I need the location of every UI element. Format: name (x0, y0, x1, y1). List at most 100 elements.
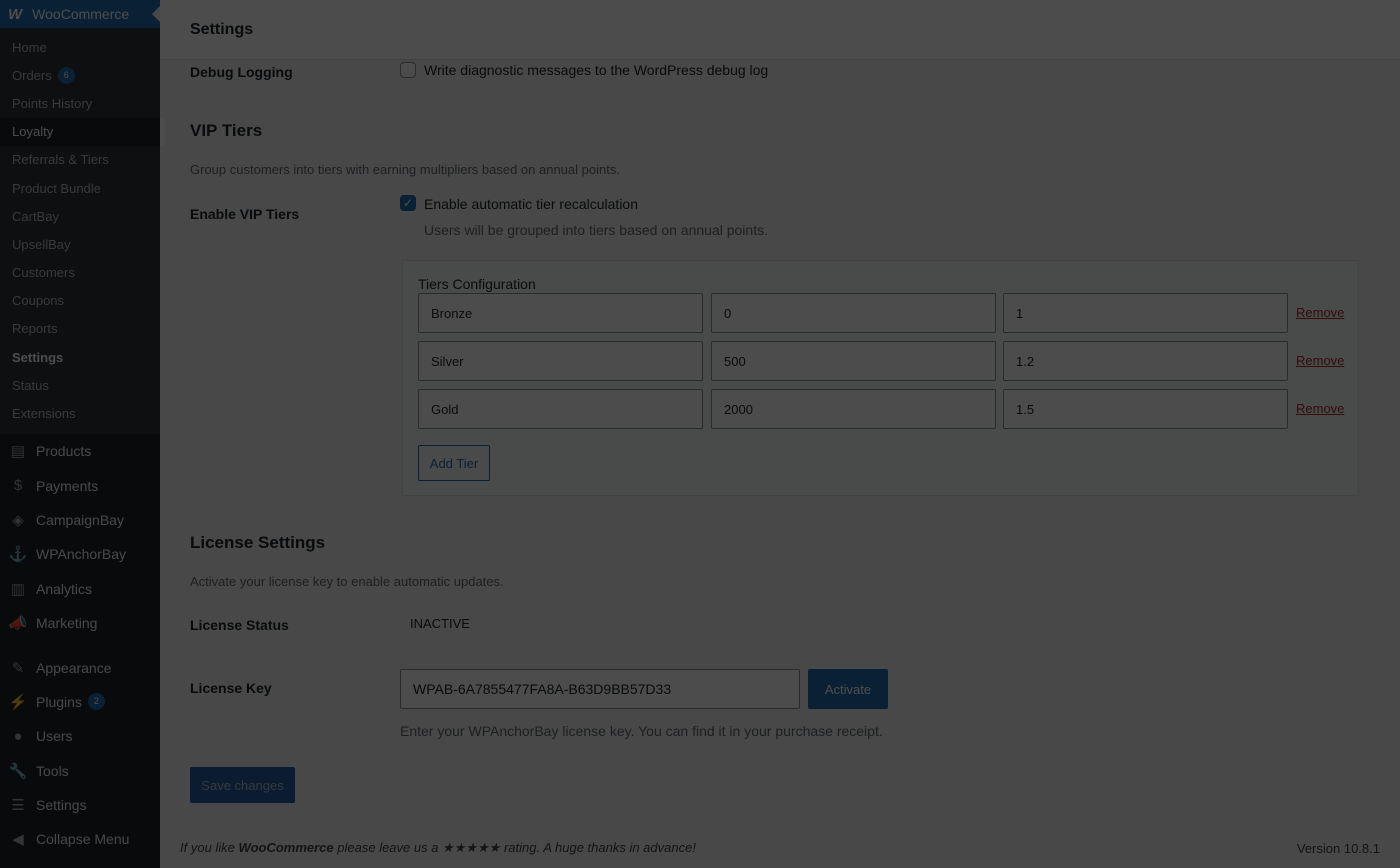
orders-count-badge: 6 (57, 66, 75, 84)
submenu-coupons[interactable]: Coupons (0, 287, 160, 315)
main-menu: ▤ Products $ Payments ◈ CampaignBay ⚓ WPAnch… (0, 434, 160, 857)
tier-points-input[interactable]: 500 (711, 341, 996, 381)
menu-label: Appearance (36, 659, 112, 676)
license-key-label: License Key (190, 680, 272, 696)
submenu-customers[interactable]: Customers (0, 259, 160, 287)
footer-version: Version 10.8.1 (1296, 841, 1380, 856)
submenu-label: Product Bundle (12, 180, 101, 196)
megaphone-icon: 📣 (8, 615, 28, 633)
footer-rating-text: If you like WooCommerce please leave us … (180, 840, 696, 856)
submenu-label: Extensions (12, 406, 76, 422)
submenu-label: Status (12, 377, 49, 393)
menu-payments[interactable]: $ Payments (0, 468, 160, 502)
submenu-reports[interactable]: Reports (0, 315, 160, 343)
menu-appearance[interactable]: ✎ Appearance (0, 650, 160, 684)
submenu-referrals-tiers[interactable]: Referrals & Tiers (0, 146, 160, 174)
activate-button[interactable]: Activate (808, 669, 888, 709)
menu-collapse[interactable]: ◀ Collapse Menu (0, 822, 160, 856)
tier-points-input[interactable]: 0 (711, 293, 996, 333)
submenu-label: Loyalty (12, 124, 54, 140)
menu-label: Marketing (36, 615, 98, 632)
submenu-label: Referrals & Tiers (12, 152, 109, 168)
page-title: Settings (190, 20, 254, 38)
menu-marketing[interactable]: 📣 Marketing (0, 606, 160, 640)
submenu-settings[interactable]: Settings (0, 343, 160, 371)
footer-brand-link[interactable]: WooCommerce (239, 840, 334, 855)
save-changes-button[interactable]: Save changes (190, 767, 295, 803)
submenu-product-bundle[interactable]: Product Bundle (0, 174, 160, 202)
tier-name-input[interactable]: Gold (418, 389, 703, 429)
menu-plugins[interactable]: ⚡ Plugins 2 (0, 685, 160, 719)
tiers-configuration-panel: Tiers Configuration Bronze 0 1 Remove Si… (402, 260, 1359, 496)
remove-tier-link[interactable]: Remove (1296, 401, 1344, 416)
menu-settings[interactable]: ☰ Settings (0, 788, 160, 822)
admin-sidebar: W WooCommerce Home Orders 6 Points Histor… (0, 0, 165, 868)
submenu-label: Coupons (12, 293, 65, 309)
license-settings-description: Activate your license key to enable auto… (190, 574, 504, 589)
plug-icon: ⚡ (8, 693, 28, 711)
enable-tier-recalc-label: Enable automatic tier recalculation (424, 196, 639, 212)
tiers-config-title: Tiers Configuration (418, 276, 536, 292)
debug-logging-checkbox[interactable] (400, 62, 416, 78)
menu-tools[interactable]: 🔧 Tools (0, 754, 160, 788)
submenu-loyalty[interactable]: Loyalty (0, 117, 165, 146)
submenu-label: Orders (12, 67, 52, 83)
debug-logging-checkbox-label: Write diagnostic messages to the WordPre… (424, 62, 769, 78)
brand-label: WooCommerce (32, 6, 130, 22)
woocommerce-menu-header[interactable]: W WooCommerce (0, 0, 160, 28)
footer-prefix: If you like (180, 840, 239, 855)
submenu-orders[interactable]: Orders 6 (0, 61, 160, 89)
footer-suffix: please leave us a ★★★★★ rating. A huge t… (333, 840, 696, 855)
menu-analytics[interactable]: ▥ Analytics (0, 572, 160, 606)
submenu-extensions[interactable]: Extensions (0, 399, 160, 427)
remove-tier-link[interactable]: Remove (1296, 353, 1344, 368)
submenu-upsellbay[interactable]: UpsellBay (0, 230, 160, 258)
submenu-cartbay[interactable]: CartBay (0, 202, 160, 230)
tier-name-input[interactable]: Silver (418, 341, 703, 381)
menu-campaignbay[interactable]: ◈ CampaignBay (0, 503, 160, 537)
submenu-points-history[interactable]: Points History (0, 89, 160, 117)
menu-label: Tools (36, 762, 69, 779)
user-icon: ● (13, 727, 23, 745)
woocommerce-icon: W (8, 5, 23, 23)
license-key-input[interactable]: WPAB-6A7855477FA8A-B63D9BB57D33 (400, 669, 800, 709)
menu-label: Payments (36, 477, 99, 494)
enable-vip-tiers-label: Enable VIP Tiers (190, 206, 300, 222)
wrench-icon: 🔧 (8, 762, 28, 780)
submenu-label: Points History (12, 95, 93, 111)
license-key-help: Enter your WPAnchorBay license key. You … (400, 723, 883, 739)
tier-points-input[interactable]: 2000 (711, 389, 996, 429)
tier-multiplier-input[interactable]: 1.5 (1003, 389, 1288, 429)
submenu-label: Home (12, 39, 47, 55)
tier-name-input[interactable]: Bronze (418, 293, 703, 333)
submenu-home[interactable]: Home (0, 33, 160, 61)
submenu-label: Reports (12, 321, 58, 337)
enable-tier-recalc-checkbox[interactable]: ✓ (400, 195, 416, 211)
add-tier-button[interactable]: Add Tier (418, 445, 490, 481)
plugins-count-badge: 2 (87, 693, 105, 711)
menu-wpanchorbay[interactable]: ⚓ WPAnchorBay (0, 537, 160, 571)
tier-multiplier-input[interactable]: 1.2 (1003, 341, 1288, 381)
menu-label: CampaignBay (36, 511, 124, 528)
tier-multiplier-input[interactable]: 1 (1003, 293, 1288, 333)
license-status-label: License Status (190, 617, 289, 633)
remove-tier-link[interactable]: Remove (1296, 305, 1344, 320)
submenu-status[interactable]: Status (0, 371, 160, 399)
license-status-value: INACTIVE (410, 616, 470, 631)
submenu-label: UpsellBay (12, 236, 71, 252)
menu-products[interactable]: ▤ Products (0, 434, 160, 468)
menu-label: Settings (36, 797, 87, 814)
sliders-icon: ☰ (11, 797, 25, 815)
menu-users[interactable]: ● Users (0, 719, 160, 753)
menu-label: Collapse Menu (36, 831, 130, 848)
collapse-icon: ◀ (12, 831, 24, 849)
menu-label: Plugins (36, 693, 82, 710)
anchor-icon: ⚓ (8, 546, 28, 564)
archive-icon: ▤ (10, 443, 26, 461)
menu-separator (0, 640, 160, 650)
vip-tiers-description: Group customers into tiers with earning … (190, 162, 620, 177)
campaign-icon: ◈ (12, 511, 24, 529)
menu-label: WPAnchorBay (36, 546, 126, 563)
menu-label: Analytics (36, 580, 93, 597)
dollar-icon: $ (13, 477, 23, 495)
